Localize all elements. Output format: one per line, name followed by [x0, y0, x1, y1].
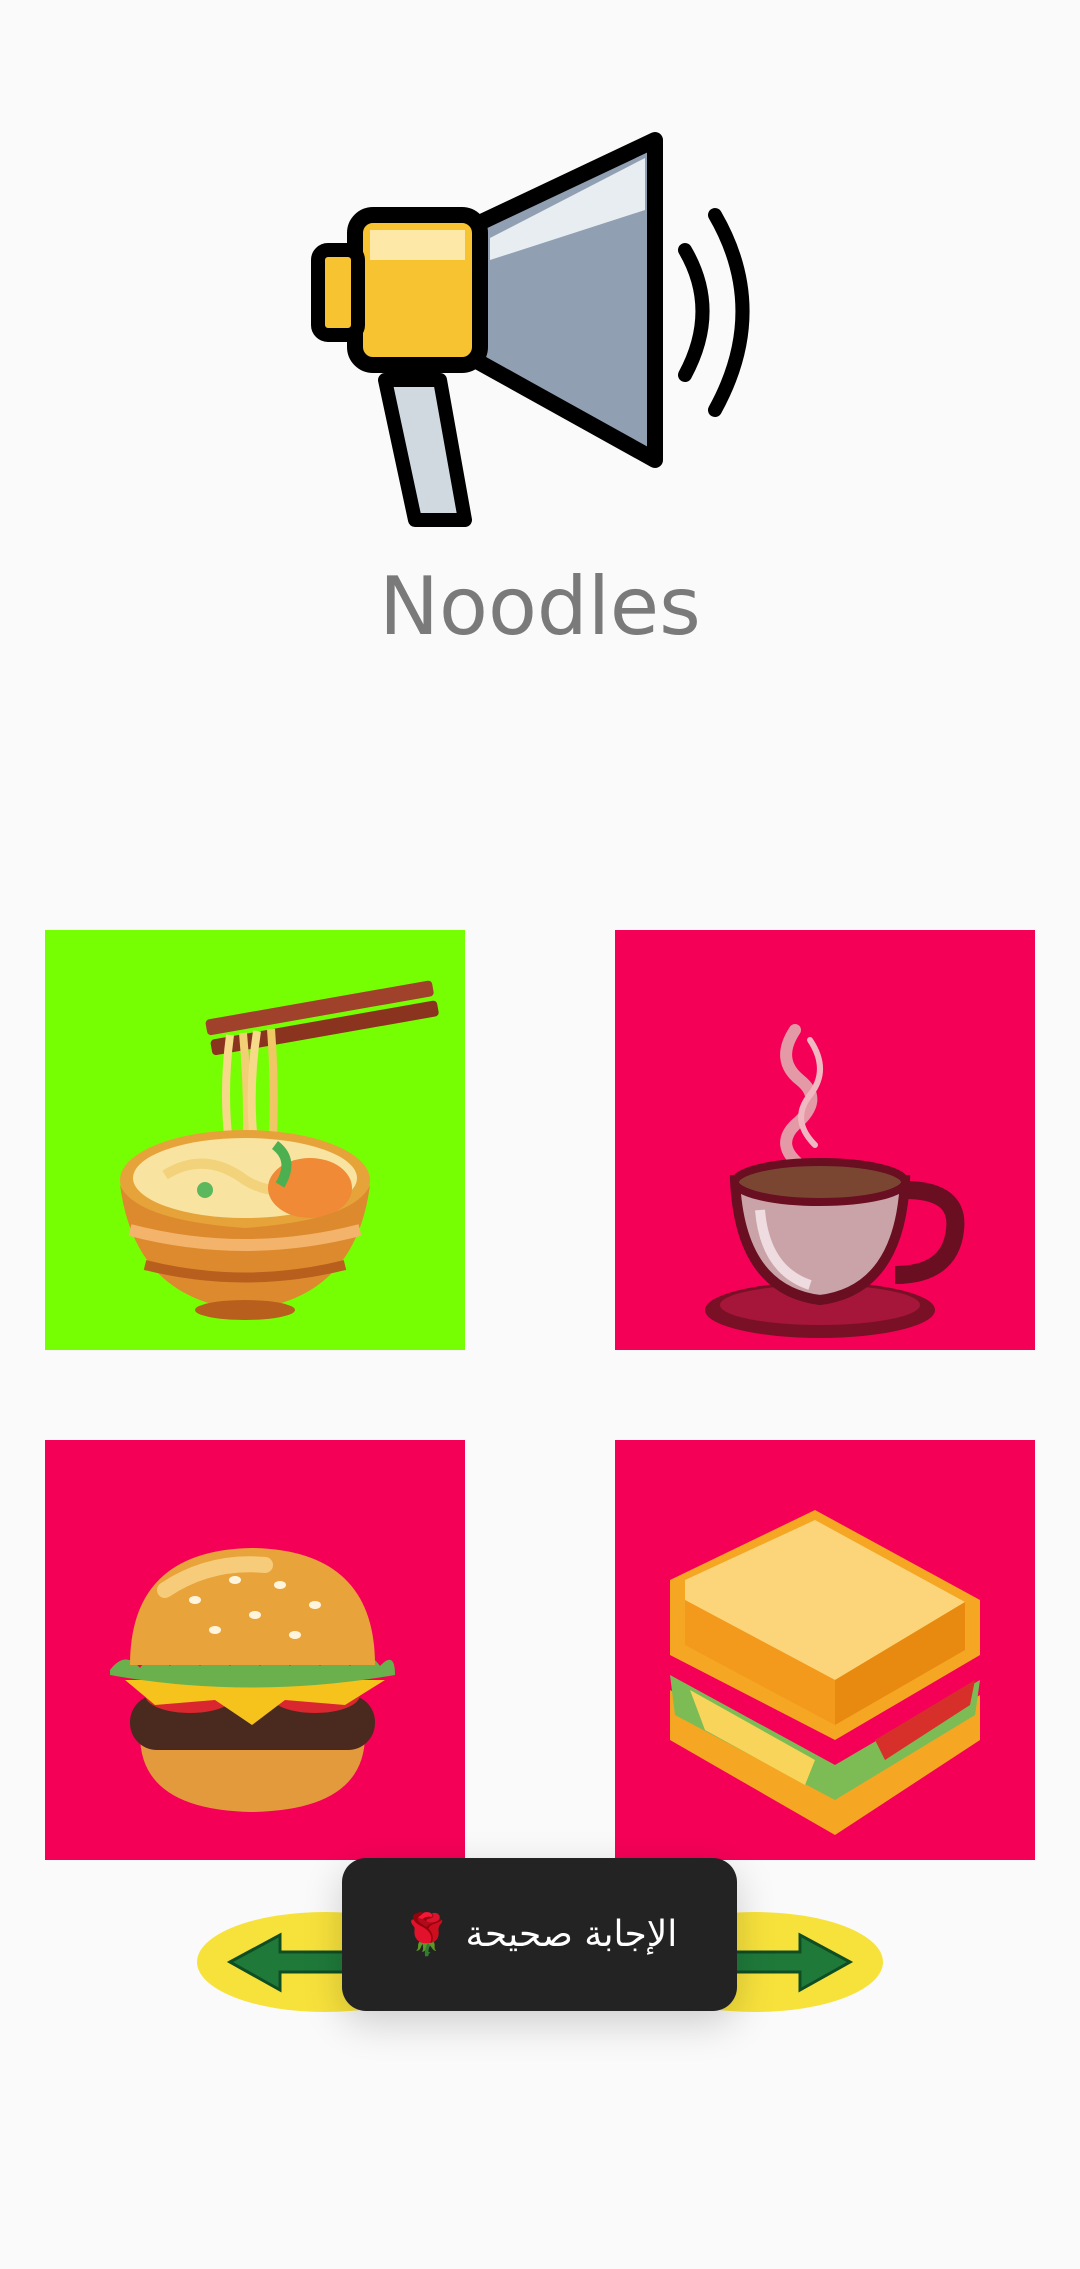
option-coffee[interactable]	[615, 930, 1035, 1350]
burger-icon	[45, 1440, 465, 1860]
option-burger[interactable]	[45, 1440, 465, 1860]
megaphone-icon[interactable]	[300, 120, 780, 540]
noodles-bowl-icon	[45, 930, 465, 1350]
sandwich-icon	[615, 1440, 1035, 1860]
quiz-screen: Noodles الإجابة صحيحة 🌹	[0, 0, 1080, 2269]
rose-icon: 🌹	[401, 1912, 452, 1958]
answer-toast: الإجابة صحيحة 🌹	[342, 1858, 737, 2011]
coffee-cup-icon	[615, 930, 1035, 1350]
toast-message: الإجابة صحيحة	[465, 1914, 678, 1955]
option-sandwich[interactable]	[615, 1440, 1035, 1860]
option-noodles[interactable]	[45, 930, 465, 1350]
prompt-word: Noodles	[379, 560, 701, 653]
